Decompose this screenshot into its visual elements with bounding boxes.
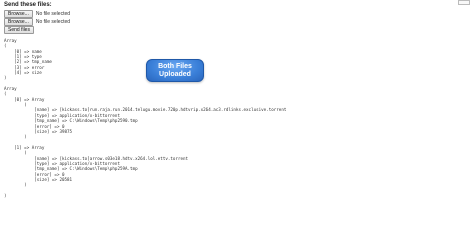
upload-success-badge: Both Files Uploaded [146,59,204,82]
window-control[interactable] [458,0,470,5]
dump-line: [4] => size [4,70,42,76]
badge-line-1: Both Files [158,62,192,70]
dump-line: [name] => [kickass.to]arrow.s03e18.hdtv.… [4,155,189,161]
browse-button-1[interactable]: Browse... [4,10,33,18]
dump-line: ) [4,75,7,81]
dump-line: [error] => 0 [4,171,65,177]
dump-line: [type] => application/x-bittorrent [4,112,120,118]
dump-line: Array [4,38,17,43]
dump-line: Array [4,86,17,92]
file-status-1: No file selected [35,11,71,17]
dump-line: ) [4,134,27,140]
file-row-1: Browse... No file selected [4,10,70,18]
dump-line: [error] => 0 [4,123,65,129]
file-status-2: No file selected [35,19,71,25]
dump-line: [tmp_name] => C:\Windows\Temp\php259A.tm… [4,166,138,172]
dump-line: [1] => Array [4,144,45,150]
browse-button-2[interactable]: Browse... [4,18,33,26]
dump-line: ) [4,182,27,188]
dump-line: ( [4,150,27,156]
dump-line: [0] => name [4,48,42,54]
dump-line: [type] => application/x-bittorrent [4,160,120,166]
dump-line: [3] => error [4,64,45,70]
dump-line: [name] => [kickass.to]run.raja.run.2014.… [4,107,287,113]
form-title: Send these files: [4,2,52,8]
file-row-2: Browse... No file selected [4,18,70,26]
send-files-button[interactable]: Send files [4,26,34,34]
dump-line: ( [4,43,7,49]
dump-line: [1] => type [4,54,42,60]
dump-line: [size] => 39875 [4,128,73,134]
dump-line: [0] => Array [4,96,45,102]
dump-line: [2] => tmp_name [4,59,52,65]
dump-line: [tmp_name] => C:\Windows\Temp\php2590.tm… [4,118,138,124]
dump-line: [size] => 20581 [4,176,73,182]
array-dump-output: Array ( [0] => name [1] => type [2] => t… [4,38,286,198]
badge-line-2: Uploaded [159,70,191,78]
dump-line: ( [4,102,27,108]
dump-line: ) [4,192,7,198]
dump-line: ( [4,91,7,97]
